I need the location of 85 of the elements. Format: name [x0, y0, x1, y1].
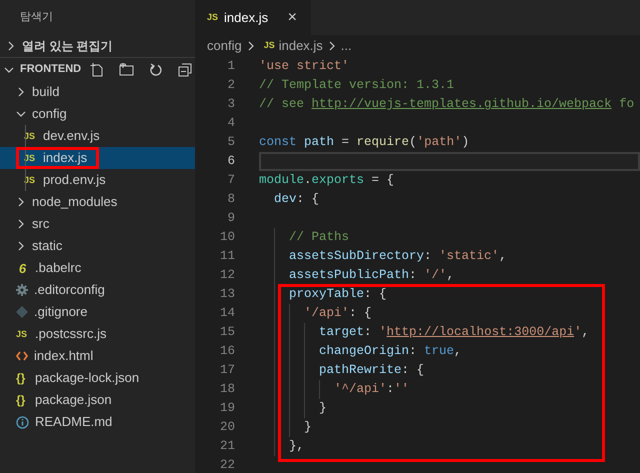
line-number: 1: [226, 58, 235, 76]
file-item[interactable]: {} package-lock.json: [0, 367, 195, 389]
file-item[interactable]: {} package.json: [0, 389, 195, 411]
js-file-icon: JS: [264, 39, 275, 53]
file-item[interactable]: index.html: [0, 345, 195, 367]
folder-item[interactable]: src: [0, 213, 195, 235]
line-number: 19: [218, 400, 235, 418]
line-number: 17: [218, 362, 235, 380]
chevron-right-icon: [16, 87, 26, 97]
js-file-icon: JS: [16, 330, 29, 338]
line-number: 4: [226, 115, 235, 132]
braces-icon: {}: [16, 394, 29, 406]
chevron-right-icon: [16, 219, 26, 229]
chevron-right-icon: [6, 41, 16, 51]
new-folder-icon[interactable]: [119, 63, 134, 76]
folder-item[interactable]: static: [0, 235, 195, 257]
code-line: dev: {: [274, 191, 320, 208]
line-number: 22: [218, 457, 235, 473]
collapse-all-icon[interactable]: [178, 62, 192, 76]
folder-item[interactable]: build: [0, 81, 195, 103]
sidebar-title: 탐색기: [20, 10, 53, 26]
info-icon: [16, 416, 29, 428]
chevron-right-icon: [16, 241, 26, 251]
diamond-icon: [16, 306, 28, 318]
code-line: },: [289, 438, 304, 456]
close-icon[interactable]: ×: [288, 6, 297, 30]
breadcrumb-more[interactable]: ...: [340, 36, 352, 56]
code-line: '^/api':'': [334, 381, 410, 398]
line-number: 3: [226, 96, 235, 114]
line-number: 6: [226, 153, 235, 170]
line-number: 16: [218, 343, 235, 360]
code-brackets-icon: [16, 351, 28, 361]
open-editors-header[interactable]: 열려 있는 편집기: [0, 35, 195, 57]
code-line: assetsPublicPath: '/',: [289, 267, 454, 284]
code-line: '/api': {: [304, 305, 372, 322]
chevron-right-icon: [16, 197, 26, 207]
line-number: 11: [218, 248, 235, 266]
line-number: 8: [226, 191, 235, 208]
file-item[interactable]: 6 .babelrc: [0, 257, 195, 279]
breadcrumb-item[interactable]: config: [207, 36, 242, 56]
code-line: module.exports = {: [259, 172, 394, 190]
chevron-right-icon: [246, 41, 256, 51]
code-line: // Paths: [289, 229, 350, 246]
braces-icon: {}: [16, 372, 29, 384]
code-line: 'use strict': [259, 58, 350, 76]
babel-file-icon: 6: [16, 262, 29, 274]
js-file-icon: JS: [207, 10, 218, 24]
code-line: pathRewrite: {: [319, 362, 424, 380]
code-line: }: [304, 419, 312, 436]
line-number: 15: [218, 324, 235, 342]
line-number: 14: [218, 305, 235, 322]
code-line: assetsSubDirectory: 'static',: [289, 248, 507, 266]
line-number: 10: [218, 229, 235, 246]
code-line: // Template version: 1.3.1: [259, 77, 454, 94]
line-number: 2: [226, 77, 235, 94]
code-line: // see http://vuejs-templates.github.io/webpack fo: [259, 96, 634, 114]
file-item[interactable]: JS .postcssrc.js: [0, 323, 195, 345]
line-number: 21: [218, 438, 235, 456]
line-number: 13: [218, 286, 235, 304]
new-file-icon[interactable]: [90, 62, 104, 76]
file-item[interactable]: README.md: [0, 411, 195, 433]
line-number: 12: [218, 267, 235, 284]
breadcrumb-item[interactable]: index.js: [278, 36, 323, 56]
chevron-down-icon: [16, 109, 26, 119]
project-header[interactable]: FRONTEND: [0, 57, 195, 81]
code-line: }: [319, 400, 327, 418]
tab-label: index.js: [224, 8, 268, 27]
chevron-right-icon: [326, 41, 337, 51]
line-number: 5: [226, 134, 235, 152]
folder-item[interactable]: node_modules: [0, 191, 195, 213]
file-item[interactable]: .gitignore: [0, 301, 195, 323]
line-number: 9: [226, 210, 235, 228]
file-item[interactable]: .editorconfig: [0, 279, 195, 301]
code-line: const path = require('path'): [259, 134, 470, 152]
refresh-icon[interactable]: [149, 62, 163, 76]
code-line: changeOrigin: true,: [319, 343, 462, 360]
line-number: 7: [226, 172, 235, 190]
line-number: 20: [218, 419, 235, 436]
folder-item[interactable]: config: [0, 103, 195, 125]
code-line: proxyTable: {: [289, 286, 387, 304]
editor-tab[interactable]: JS index.js ×: [195, 0, 311, 35]
gear-icon: [16, 284, 28, 296]
chevron-down-icon: [4, 64, 14, 74]
code-line: target: 'http://localhost:3000/api',: [319, 324, 590, 342]
line-number: 18: [218, 381, 235, 398]
